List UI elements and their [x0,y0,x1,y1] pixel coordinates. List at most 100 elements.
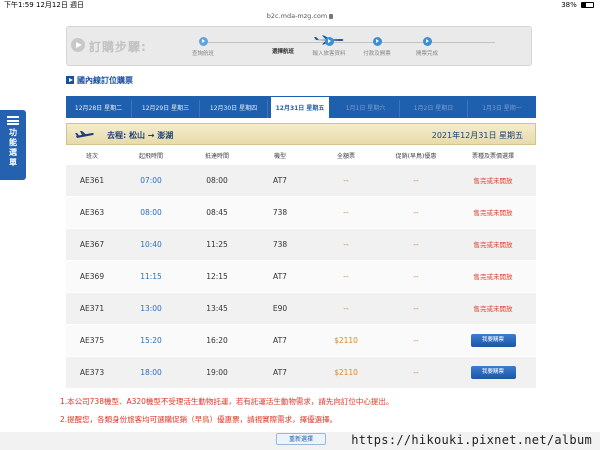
departure-time: 13:00 [140,304,162,313]
sold-out-label: 售完或未開放 [473,273,513,281]
aircraft-type: AT7 [273,272,287,281]
ticket-action: 售完或未開放 [450,261,536,292]
battery-icon [581,2,594,8]
battery-fill [582,3,587,7]
step-dot-icon [324,37,334,46]
buy-ticket-button[interactable]: 我要購票 [470,366,516,379]
table-row: AE361 07:00 08:00 AT7 -- -- 售完或未開放 [66,165,536,197]
side-menu-label: 功能選單 [9,128,17,167]
tab-date-0102[interactable]: 1月2日 星期日 [400,100,468,118]
column-header: 班次 [85,153,98,160]
column-header: 抵達時間 [204,153,229,160]
tab-date-0101[interactable]: 1月1日 星期六 [332,100,400,118]
flight-number: AE363 [79,208,105,217]
arrival-time: 19:00 [206,368,228,377]
aircraft-type: E90 [272,304,288,313]
table-row: AE371 13:00 13:45 E90 -- -- 售完或未開放 [66,293,536,325]
departure-time: 15:20 [140,336,162,345]
step-search: 查詢航班 [173,37,233,57]
arrival-time: 13:45 [206,304,228,313]
sold-out-label: 售完或未開放 [473,209,513,217]
reselect-button[interactable]: 重新選擇 [276,433,326,445]
column-header: 票種及票價選擇 [471,153,514,160]
column-header: 促銷(早鳥)優惠 [395,153,437,160]
tab-date-1229[interactable]: 12月29日 星期三 [132,100,200,118]
departure-time: 08:00 [140,208,162,217]
sold-out-label: 售完或未開放 [473,305,513,313]
departure-time: 10:40 [140,240,162,249]
route-label: 去程: 松山 → 澎湖 [107,131,174,140]
aircraft-type: 738 [272,240,288,249]
steps-title: 訂購步驟: [89,40,147,54]
battery-percent: 38% [561,1,577,9]
promo-fare: -- [413,368,419,377]
full-fare: -- [343,304,349,313]
tab-date-1230[interactable]: 12月30日 星期四 [200,100,268,118]
promo-fare: -- [413,240,419,249]
url-text: b2c.mda-mzg.com [266,12,328,20]
step-dot-icon [372,37,382,46]
url-bar[interactable]: b2c.mda-mzg.com [0,10,600,22]
promo-fare: -- [413,336,419,345]
status-bar: 下午1:59 12月12日 週日 38% [0,0,600,10]
column-header: 起飛時間 [138,153,163,160]
side-menu-button[interactable]: 功能選單 [0,110,26,180]
full-fare: $2110 [334,368,358,377]
step-dot-icon [422,37,432,46]
section-title: 國內線訂位購票 [66,75,133,86]
notes: 1.本公司738機型、A320機型不受理活生動物託運，若有託運活生動物需求，請先… [60,393,393,429]
column-header: 機型 [273,153,286,160]
arrow-right-icon [66,76,74,84]
ticket-action: 我要購票 [450,325,536,356]
status-right: 38% [561,0,594,10]
table-row: AE369 11:15 12:15 AT7 -- -- 售完或未開放 [66,261,536,293]
route-date: 2021年12月31日 星期五 [431,131,523,140]
arrival-time: 11:25 [206,240,228,249]
arrival-time: 12:15 [206,272,228,281]
airplane-icon [75,131,94,138]
ticket-action: 售完或未開放 [450,197,536,228]
flight-number: AE367 [79,240,105,249]
ticket-action: 售完或未開放 [450,165,536,196]
table-row: AE375 15:20 16:20 AT7 $2110 -- 我要購票 [66,325,536,357]
full-fare: $2110 [334,336,358,345]
booking-steps: 訂購步驟: 查詢航班 選擇航班 輸入旅客資料 付款及開票 開票完成 [66,26,532,66]
flight-number: AE371 [79,304,105,313]
full-fare: -- [343,272,349,281]
sold-out-label: 售完或未開放 [473,241,513,249]
tab-date-0103[interactable]: 1月3日 星期一 [468,100,536,118]
departure-time: 11:15 [140,272,162,281]
note-line: 1.本公司738機型、A320機型不受理活生動物託運，若有託運活生動物需求，請先… [60,397,394,406]
menu-icon [7,116,19,125]
date-tabs: 12月28日 星期二 12月29日 星期三 12月30日 星期四 12月31日 … [66,96,536,118]
ticket-action: 售完或未開放 [450,293,536,324]
promo-fare: -- [413,304,419,313]
flight-number: AE361 [79,176,105,185]
table-row: AE367 10:40 11:25 738 -- -- 售完或未開放 [66,229,536,261]
note-line: 2.提醒您，各類身份旅客均可選購促銷（早鳥）優惠票，請視實際需求，擇優選擇。 [60,415,338,424]
ticket-action: 我要購票 [450,357,536,388]
tab-date-1228[interactable]: 12月28日 星期二 [66,100,132,118]
aircraft-type: AT7 [273,336,287,345]
departure-time: 18:00 [140,368,162,377]
status-date: 12月12日 週日 [36,1,85,9]
flight-number: AE373 [79,368,105,377]
play-circle-icon [71,38,85,52]
watermark-text: https://hikouki.pixnet.net/album [351,433,592,447]
promo-fare: -- [413,176,419,185]
flight-number: AE369 [79,272,105,281]
step-dot-icon [198,37,208,46]
table-header: 班次 起飛時間 抵達時間 機型 全額票 促銷(早鳥)優惠 票種及票價選擇 [66,148,536,165]
buy-ticket-button[interactable]: 我要購票 [470,334,516,347]
aircraft-type: AT7 [273,176,287,185]
promo-fare: -- [413,208,419,217]
table-row: AE363 08:00 08:45 738 -- -- 售完或未開放 [66,197,536,229]
full-fare: -- [343,240,349,249]
table-row: AE373 18:00 19:00 AT7 $2110 -- 我要購票 [66,357,536,389]
aircraft-type: AT7 [273,368,287,377]
arrival-time: 08:00 [206,176,228,185]
arrival-time: 16:20 [206,336,228,345]
ticket-action: 售完或未開放 [450,229,536,260]
column-header: 全額票 [336,153,355,160]
tab-date-1231[interactable]: 12月31日 星期五 [270,96,330,118]
